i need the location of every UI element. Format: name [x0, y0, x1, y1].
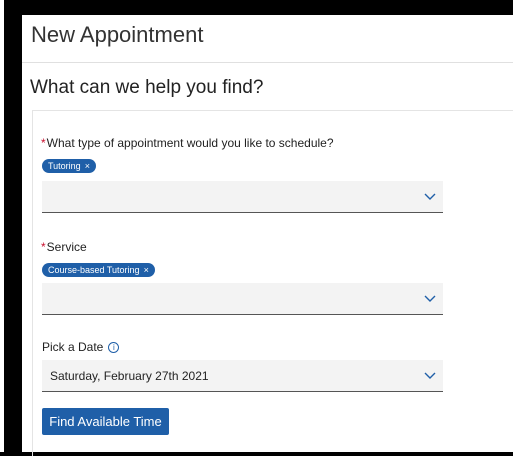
date-select[interactable]: Saturday, February 27th 2021	[42, 360, 443, 392]
appointment-type-select[interactable]	[42, 181, 443, 213]
date-label-text: Pick a Date	[42, 340, 104, 354]
left-edge	[0, 0, 18, 452]
search-form: *What type of appointment would you like…	[32, 110, 513, 456]
close-icon[interactable]: ×	[144, 265, 149, 275]
close-icon[interactable]: ×	[85, 161, 90, 171]
chip-label: Course-based Tutoring	[48, 265, 140, 275]
section-heading: What can we help you find?	[30, 77, 264, 98]
chevron-down-icon[interactable]	[423, 291, 437, 305]
appointment-type-label: *What type of appointment would you like…	[41, 136, 334, 150]
appointment-panel: New Appointment What can we help you fin…	[22, 15, 513, 456]
date-label: Pick a Date i	[42, 340, 120, 354]
service-chip: Course-based Tutoring ×	[42, 263, 155, 277]
chip-label: Tutoring	[48, 161, 81, 171]
appointment-type-label-text: What type of appointment would you like …	[46, 136, 334, 150]
chevron-down-icon[interactable]	[423, 189, 437, 203]
page-title: New Appointment	[31, 22, 204, 47]
required-marker: *	[41, 240, 46, 254]
service-label: *Service	[41, 240, 87, 254]
info-icon[interactable]: i	[108, 342, 120, 353]
service-label-text: Service	[46, 240, 87, 254]
service-select[interactable]	[42, 283, 443, 315]
required-marker: *	[41, 136, 46, 150]
find-available-time-button[interactable]: Find Available Time	[42, 408, 169, 435]
title-divider	[22, 62, 513, 63]
appointment-type-chip: Tutoring ×	[42, 159, 96, 173]
date-value: Saturday, February 27th 2021	[50, 369, 209, 383]
chevron-down-icon[interactable]	[423, 368, 437, 382]
